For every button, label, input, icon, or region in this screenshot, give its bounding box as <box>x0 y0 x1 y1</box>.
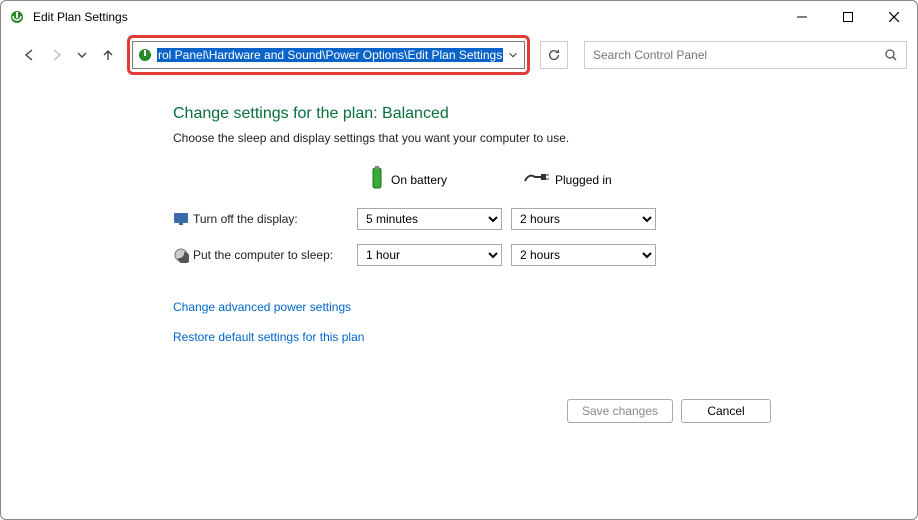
refresh-button[interactable] <box>540 41 568 69</box>
back-button[interactable] <box>19 44 41 66</box>
window-title: Edit Plan Settings <box>33 10 128 24</box>
display-icon <box>173 211 189 227</box>
sleep-battery-select[interactable]: 1 hour <box>357 244 502 266</box>
search-icon <box>884 48 898 62</box>
settings-grid: On battery Plugged in Turn off the displ… <box>173 165 733 266</box>
titlebar: Edit Plan Settings <box>1 1 917 33</box>
close-button[interactable] <box>871 1 917 33</box>
sleep-icon <box>173 247 189 263</box>
forward-button[interactable] <box>45 44 67 66</box>
links: Change advanced power settings Restore d… <box>173 300 895 344</box>
col-on-battery-label: On battery <box>391 173 447 187</box>
up-button[interactable] <box>97 44 119 66</box>
footer-buttons: Save changes Cancel <box>567 399 771 423</box>
search-box[interactable] <box>584 41 907 69</box>
breadcrumb-path[interactable]: rol Panel\Hardware and Sound\Power Optio… <box>157 48 503 62</box>
display-plugged-select[interactable]: 2 hours <box>511 208 656 230</box>
page-subheading: Choose the sleep and display settings th… <box>173 131 895 145</box>
breadcrumb-icon <box>137 47 153 63</box>
cancel-button[interactable]: Cancel <box>681 399 771 423</box>
recent-button[interactable] <box>71 44 93 66</box>
advanced-link[interactable]: Change advanced power settings <box>173 300 895 314</box>
app-icon <box>9 9 25 25</box>
display-battery-select[interactable]: 5 minutes <box>357 208 502 230</box>
address-bar[interactable]: rol Panel\Hardware and Sound\Power Optio… <box>132 41 525 69</box>
save-button[interactable]: Save changes <box>567 399 673 423</box>
battery-icon <box>369 165 385 194</box>
plug-icon <box>523 171 549 188</box>
chevron-down-icon[interactable] <box>506 48 520 62</box>
display-label: Turn off the display: <box>193 212 353 226</box>
breadcrumb-highlight: rol Panel\Hardware and Sound\Power Optio… <box>127 35 530 75</box>
sleep-label: Put the computer to sleep: <box>193 248 353 262</box>
search-input[interactable] <box>593 48 884 62</box>
col-plugged-in-label: Plugged in <box>555 173 612 187</box>
sleep-plugged-select[interactable]: 2 hours <box>511 244 656 266</box>
restore-link[interactable]: Restore default settings for this plan <box>173 330 895 344</box>
maximize-button[interactable] <box>825 1 871 33</box>
page-heading: Change settings for the plan: Balanced <box>173 105 895 123</box>
main-content: Change settings for the plan: Balanced C… <box>1 77 917 344</box>
navbar: rol Panel\Hardware and Sound\Power Optio… <box>1 33 917 77</box>
minimize-button[interactable] <box>779 1 825 33</box>
col-on-battery: On battery <box>357 165 507 194</box>
col-plugged-in: Plugged in <box>511 171 661 188</box>
